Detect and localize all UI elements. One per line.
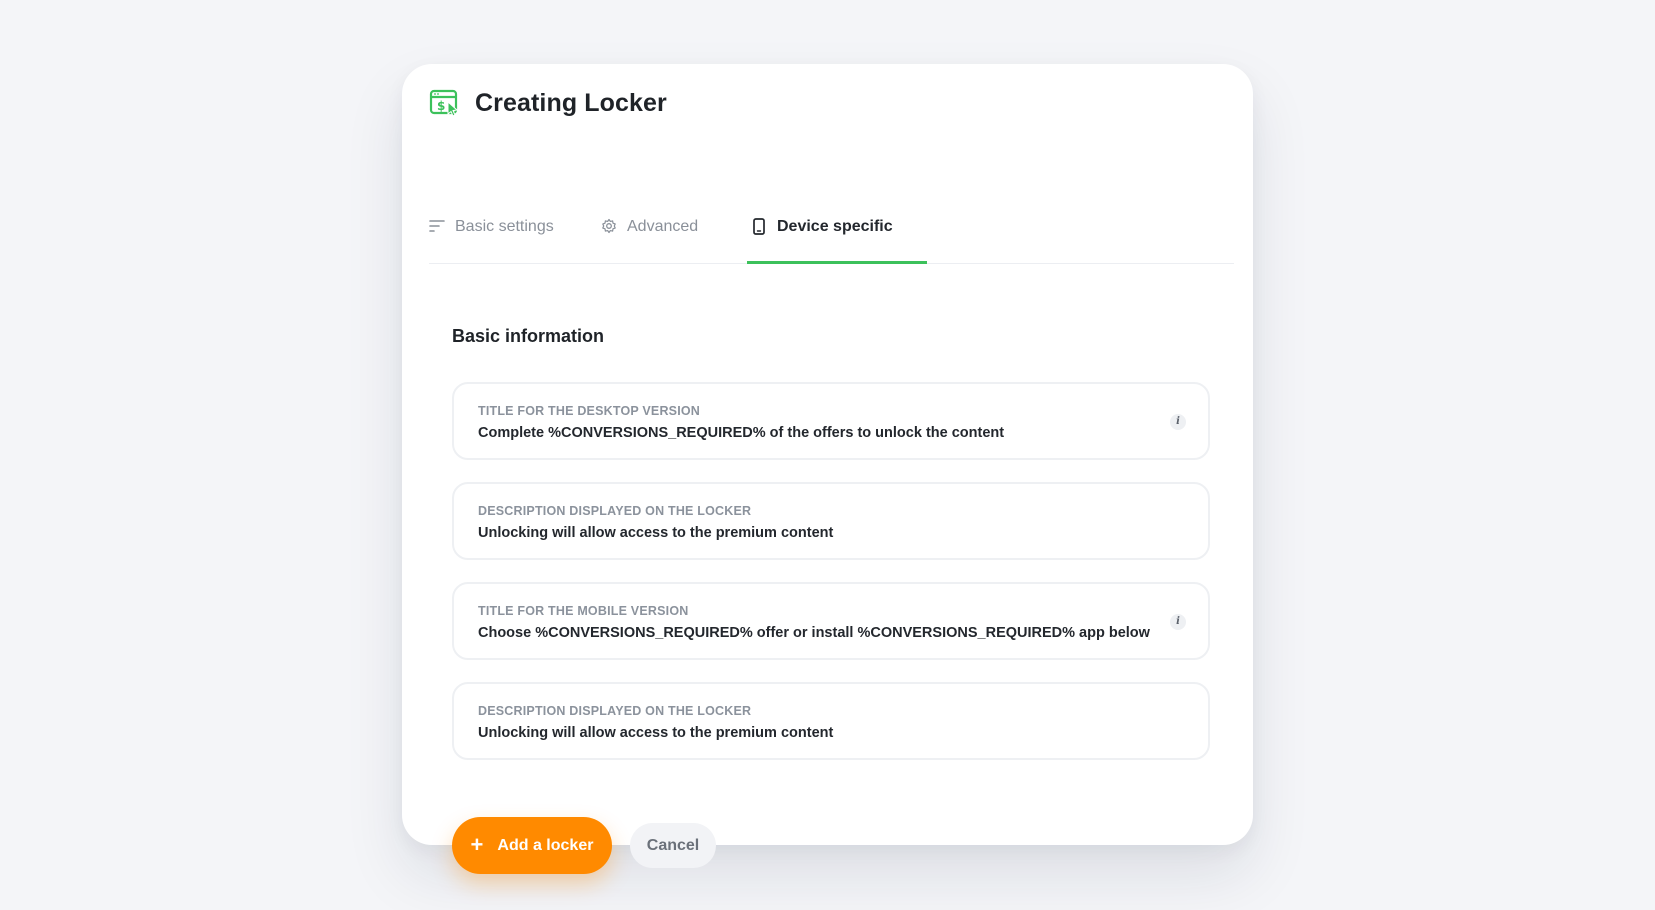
browser-dollar-cursor-icon: $: [429, 89, 459, 117]
creating-locker-modal: $ Creating Locker Basic settings Advance…: [402, 64, 1253, 874]
desktop-description-field[interactable]: DESCRIPTION DISPLAYED ON THE LOCKER Unlo…: [452, 482, 1210, 560]
tab-label: Advanced: [627, 218, 699, 235]
add-locker-button[interactable]: + Add a locker: [452, 817, 612, 874]
info-icon[interactable]: i: [1170, 614, 1186, 630]
svg-text:$: $: [437, 99, 445, 113]
field-label: DESCRIPTION DISPLAYED ON THE LOCKER: [478, 704, 752, 718]
cancel-button[interactable]: Cancel: [630, 823, 716, 868]
field-value[interactable]: Choose %CONVERSIONS_REQUIRED% offer or i…: [478, 625, 1150, 641]
tab-advanced[interactable]: Advanced: [601, 218, 698, 264]
field-label: TITLE FOR THE DESKTOP VERSION: [478, 404, 701, 418]
tab-label: Device specific: [777, 218, 893, 235]
field-label: TITLE FOR THE MOBILE VERSION: [478, 604, 689, 618]
add-locker-label: Add a locker: [497, 836, 594, 854]
tab-basic-settings[interactable]: Basic settings: [429, 218, 554, 264]
modal-header: $ Creating Locker: [429, 88, 667, 118]
field-label: DESCRIPTION DISPLAYED ON THE LOCKER: [478, 504, 752, 518]
section-title: Basic information: [452, 326, 605, 346]
desktop-title-field[interactable]: TITLE FOR THE DESKTOP VERSION Complete %…: [452, 382, 1210, 460]
field-value[interactable]: Unlocking will allow access to the premi…: [478, 525, 833, 541]
info-icon[interactable]: i: [1170, 414, 1186, 430]
sort-lines-icon: [429, 220, 445, 232]
field-value[interactable]: Complete %CONVERSIONS_REQUIRED% of the o…: [478, 425, 1004, 441]
page-background: $ Creating Locker Basic settings Advance…: [0, 0, 1655, 910]
mobile-phone-icon: [753, 218, 765, 235]
field-value[interactable]: Unlocking will allow access to the premi…: [478, 725, 833, 741]
tab-bar: Basic settings Advanced Device specific: [429, 200, 1234, 264]
page-title: Creating Locker: [475, 88, 667, 117]
mobile-description-field[interactable]: DESCRIPTION DISPLAYED ON THE LOCKER Unlo…: [452, 682, 1210, 760]
tab-device-specific[interactable]: Device specific: [747, 218, 927, 264]
tab-label: Basic settings: [455, 218, 554, 235]
gear-icon: [602, 218, 616, 234]
plus-icon: +: [470, 831, 484, 857]
mobile-title-field[interactable]: TITLE FOR THE MOBILE VERSION Choose %CON…: [452, 582, 1210, 660]
